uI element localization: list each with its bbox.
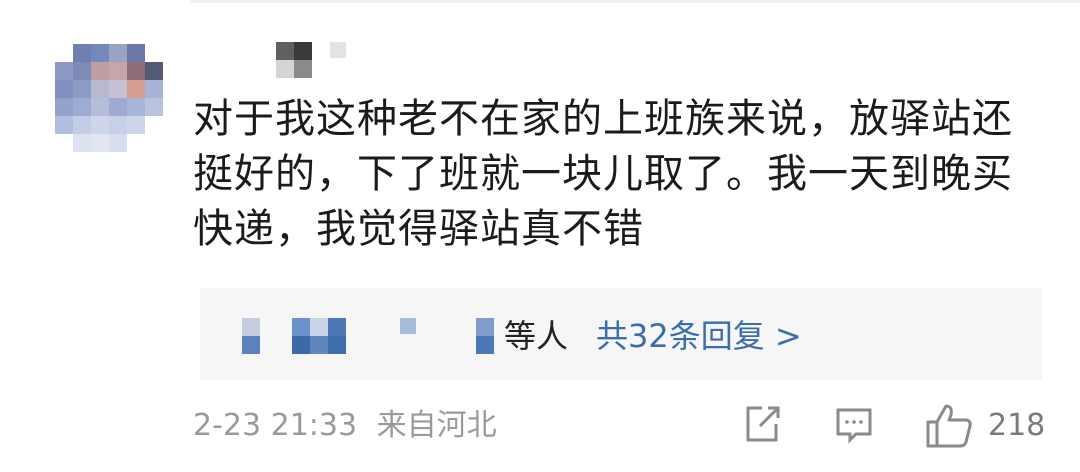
replies-box[interactable]: 等人 共32条回复 > [200, 288, 1042, 380]
top-divider [190, 0, 1080, 3]
reply-avatars-mosaic [236, 318, 506, 358]
comment-actions: 218 [740, 402, 1060, 450]
like-count: 218 [988, 408, 1046, 443]
comment-text: 对于我这种老不在家的上班族来说，放驿站还挺好的，下了班就一块儿取了。我一天到晚买… [193, 96, 1013, 252]
comment-meta: 2-23 21:33 来自河北 [193, 404, 507, 448]
location: 来自河北 [376, 408, 497, 443]
reply-people-label: 等人 [504, 317, 569, 355]
thumbs-up-icon[interactable] [924, 402, 974, 450]
timestamp: 2-23 21:33 [193, 408, 358, 443]
username-mosaic[interactable] [270, 42, 350, 82]
avatar[interactable] [55, 44, 165, 154]
share-icon[interactable] [740, 402, 784, 450]
view-replies-link[interactable]: 共32条回复 > [596, 316, 802, 356]
comment-icon[interactable] [832, 402, 876, 450]
